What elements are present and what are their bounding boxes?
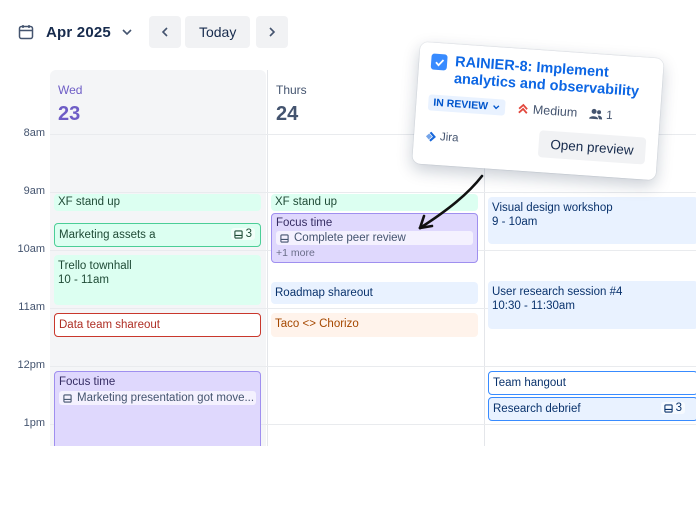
day-name-wed: Wed: [58, 83, 83, 97]
next-week-button[interactable]: [256, 16, 289, 48]
task-icon: [233, 229, 243, 239]
event-title: XF stand up: [58, 196, 121, 208]
event-title: Marketing assets a: [59, 229, 156, 241]
more-tasks-link[interactable]: +1 more: [276, 247, 473, 259]
task-checkbox-icon: [430, 53, 448, 71]
chevron-down-icon: [492, 105, 500, 110]
issue-title[interactable]: RAINIER-8: Implement analytics and obser…: [453, 54, 651, 102]
time-label: 11am: [18, 301, 45, 313]
priority: Medium: [516, 102, 578, 120]
event-title: Roadmap shareout: [275, 287, 373, 299]
status-label: IN REVIEW: [432, 96, 489, 113]
event-time: 10 - 11am: [58, 274, 109, 286]
day-name-thu: Thurs: [276, 83, 307, 97]
today-button[interactable]: Today: [184, 16, 251, 48]
event-user-research-session[interactable]: User research session #4 10:30 - 11:30am: [488, 281, 696, 329]
drag-arrow-icon: [418, 174, 484, 230]
event-title: User research session #4: [492, 286, 623, 298]
event-title: Taco <> Chorizo: [275, 318, 359, 330]
priority-label: Medium: [532, 102, 578, 120]
chevron-right-icon: [269, 27, 276, 37]
jira-logo-icon: [426, 131, 436, 142]
source-label: Jira: [426, 130, 459, 144]
previous-week-button[interactable]: [148, 16, 181, 48]
event-marketing-assets[interactable]: Marketing assets a 3: [54, 223, 261, 247]
linked-task[interactable]: Marketing presentation got move...: [59, 391, 256, 405]
time-label: 1pm: [23, 417, 45, 429]
priority-medium-icon: [518, 103, 528, 114]
open-preview-button[interactable]: Open preview: [537, 130, 647, 165]
hour-line: [50, 366, 696, 367]
event-research-debrief[interactable]: Research debrief 3: [488, 397, 696, 421]
status-lozenge[interactable]: IN REVIEW: [427, 94, 506, 116]
event-time: 9 - 10am: [492, 216, 538, 228]
time-label: 12pm: [17, 359, 45, 371]
chevron-left-icon: [161, 27, 168, 37]
calendar-icon: [18, 25, 34, 40]
day-number-thu[interactable]: 24: [276, 103, 298, 126]
source-name: Jira: [439, 130, 459, 145]
event-title: Visual design workshop: [492, 202, 613, 214]
day-number-wed[interactable]: 23: [58, 103, 80, 126]
event-title: Trello townhall: [58, 260, 132, 272]
task-icon: [663, 403, 673, 413]
event-title: Data team shareout: [59, 319, 161, 331]
event-visual-design-workshop[interactable]: Visual design workshop 9 - 10am: [488, 197, 696, 244]
task-count-badge: 3: [660, 402, 685, 414]
event-focus-time-wed[interactable]: Focus time Marketing presentation got mo…: [54, 371, 261, 446]
assignees: 1: [589, 107, 614, 123]
time-label: 10am: [17, 243, 45, 255]
hour-line: [50, 192, 696, 193]
people-icon: [589, 108, 603, 120]
event-xf-standup-wed[interactable]: XF stand up: [54, 194, 261, 211]
event-roadmap-shareout[interactable]: Roadmap shareout: [271, 282, 478, 304]
month-label[interactable]: Apr 2025: [46, 24, 111, 41]
time-label: 9am: [23, 185, 45, 197]
time-label: 8am: [23, 127, 45, 139]
issue-preview-card[interactable]: RAINIER-8: Implement analytics and obser…: [412, 41, 664, 181]
event-team-hangout[interactable]: Team hangout: [488, 371, 696, 395]
task-icon: [280, 233, 289, 243]
event-data-team-shareout[interactable]: Data team shareout: [54, 313, 261, 337]
event-title: Focus time: [59, 376, 116, 388]
chevron-down-icon[interactable]: [121, 26, 133, 38]
calendar-toolbar: Apr 2025 Today: [18, 16, 289, 48]
column-divider: [267, 70, 268, 446]
assignee-count: 1: [605, 107, 614, 123]
linked-task-title: Marketing presentation got move...: [77, 392, 255, 404]
task-icon: [63, 393, 72, 403]
event-taco-chorizo[interactable]: Taco <> Chorizo: [271, 313, 478, 337]
linked-task-title: Complete peer review: [294, 232, 406, 244]
calendar-frame: Apr 2025 Today 8am 9am 10am 11am 12pm 1p…: [0, 0, 696, 446]
task-count-badge: 3: [230, 228, 255, 240]
task-count: 3: [675, 402, 682, 414]
event-time: 10:30 - 11:30am: [492, 300, 575, 312]
event-trello-townhall[interactable]: Trello townhall 10 - 11am: [54, 255, 261, 305]
event-title: Team hangout: [493, 377, 566, 389]
task-count: 3: [245, 228, 252, 240]
